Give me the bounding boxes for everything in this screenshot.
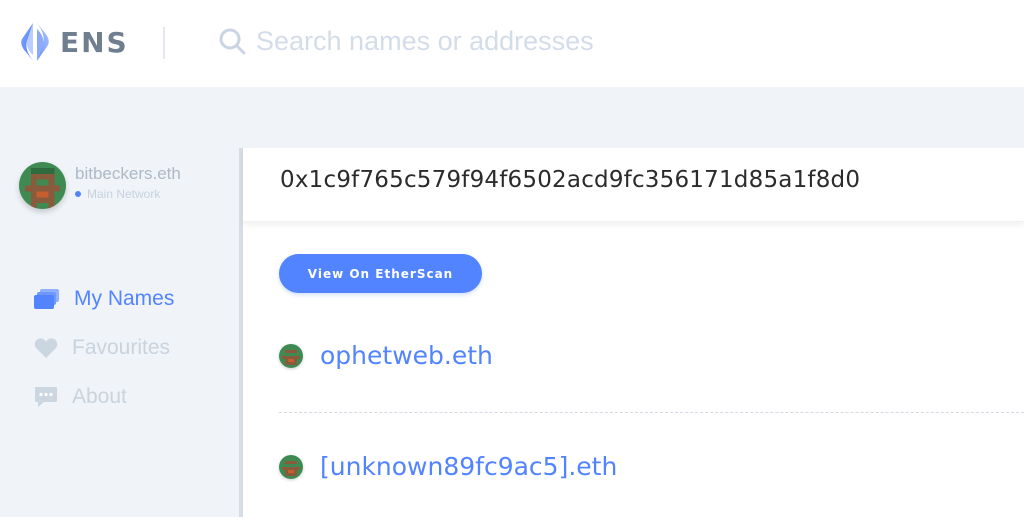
network-dot-icon: [75, 191, 81, 197]
heart-icon: [34, 338, 58, 358]
sidebar: bitbeckers.eth Main Network My Names Fav…: [0, 87, 240, 517]
view-on-etherscan-button[interactable]: View On EtherScan: [279, 254, 482, 293]
nav-item-my-names[interactable]: My Names: [34, 287, 174, 311]
search-icon: [219, 28, 246, 55]
account-summary[interactable]: bitbeckers.eth Main Network: [19, 162, 181, 209]
nav-label-about: About: [72, 385, 127, 408]
chat-bubble-icon: [35, 387, 57, 407]
name-list-item[interactable]: [unknown89fc9ac5].eth: [279, 452, 617, 481]
network-status: Main Network: [75, 187, 181, 201]
logo-text: ENS: [60, 25, 129, 59]
cards-icon: [34, 289, 59, 309]
account-name: bitbeckers.eth: [75, 164, 181, 183]
top-header: ENS: [0, 0, 1024, 87]
address-header: 0x1c9f765c579f94f6502acd9fc356171d85a1f8…: [243, 148, 1024, 222]
name-avatar: [279, 454, 303, 479]
name-avatar: [279, 343, 303, 368]
ens-logo[interactable]: ENS: [18, 22, 129, 62]
name-list-item[interactable]: ophetweb.eth: [279, 341, 493, 370]
name-link[interactable]: ophetweb.eth: [320, 341, 493, 370]
network-label: Main Network: [87, 187, 161, 201]
pixel-avatar-icon: [279, 343, 303, 368]
address-panel: 0x1c9f765c579f94f6502acd9fc356171d85a1f8…: [243, 148, 1024, 517]
nav-item-about[interactable]: About: [34, 385, 127, 409]
pixel-avatar-icon: [19, 162, 66, 209]
nav-item-favourites[interactable]: Favourites: [34, 336, 170, 360]
pixel-avatar-icon: [279, 454, 303, 479]
search-bar[interactable]: [218, 22, 756, 60]
list-divider: [279, 412, 1024, 413]
nav-label-my-names: My Names: [74, 287, 175, 310]
ens-logo-icon: [21, 23, 49, 61]
name-link[interactable]: [unknown89fc9ac5].eth: [320, 452, 617, 481]
avatar: [19, 162, 66, 209]
header-divider: [163, 27, 165, 59]
nav-label-favourites: Favourites: [72, 336, 171, 359]
address-title: 0x1c9f765c579f94f6502acd9fc356171d85a1f8…: [280, 167, 861, 193]
search-input[interactable]: [256, 22, 756, 60]
